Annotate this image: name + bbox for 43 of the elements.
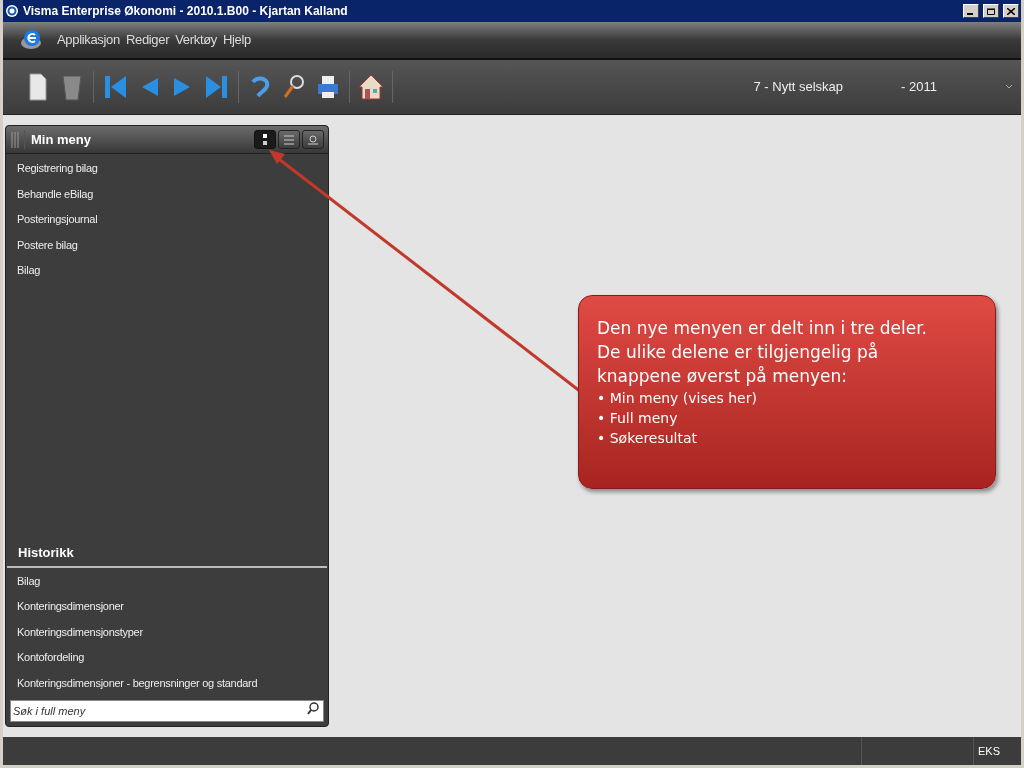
minimize-button[interactable] — [963, 4, 979, 18]
app-logo-icon[interactable] — [19, 29, 43, 51]
search-icon — [308, 134, 318, 145]
history-item[interactable]: Konteringsdimensjonstyper — [17, 619, 328, 645]
company-label: 7 - Nytt selskap — [753, 78, 844, 97]
year-label: - 2011 — [901, 78, 937, 97]
panel-title: Min meny — [24, 129, 91, 150]
history-item[interactable]: Konteringsdimensjoner - begrensninger og standard — [17, 670, 328, 696]
history-heading: Historikk — [18, 544, 74, 560]
callout-bullet: • Søkeresultat — [597, 429, 699, 448]
callout-bullet: • Min meny (vises her) — [597, 389, 758, 408]
history-item[interactable]: Kontofordeling — [17, 645, 328, 671]
menu-item[interactable]: Verktøy — [175, 30, 217, 50]
app-logo-icon — [5, 4, 19, 18]
maximize-button[interactable] — [983, 4, 999, 18]
menu-view-button[interactable] — [302, 130, 324, 149]
grip-icon[interactable] — [11, 131, 19, 148]
menu-item[interactable]: Rediger — [125, 30, 170, 50]
menu-item[interactable]: Hjelp — [223, 30, 251, 50]
window-title: Visma Enterprise Økonomi - 2010.1.B00 - Kjartan Kalland — [23, 3, 348, 20]
history-item[interactable]: Konteringsdimensjoner — [17, 594, 328, 620]
menu-list-item[interactable]: Posteringsjournal — [17, 207, 328, 233]
search-field[interactable]: Søk i full meny — [10, 700, 324, 722]
menu-list-item[interactable]: Registrering bilag — [17, 156, 328, 182]
status-mode: EKS — [973, 737, 1021, 765]
menu-list-item[interactable]: Postere bilag — [17, 232, 328, 258]
menu-item[interactable]: Applikasjon — [57, 30, 120, 50]
maximize-icon — [987, 7, 995, 15]
callout-text: knappene øverst på menyen: — [597, 365, 848, 388]
history-item[interactable]: Bilag — [17, 568, 328, 594]
callout-text: Den nye menyen er delt inn i tre deler. — [597, 317, 929, 340]
house-icon[interactable] — [358, 72, 384, 102]
menu-view-button[interactable] — [254, 130, 276, 149]
dots-icon — [263, 133, 267, 146]
close-icon — [1007, 7, 1015, 15]
menu-list-item[interactable]: Behandle eBilag — [17, 181, 328, 207]
menu-list-item[interactable]: Bilag — [17, 258, 328, 284]
callout-bullet: • Full meny — [597, 409, 679, 428]
callout-text: De ulike delene er tilgjengelig på — [597, 341, 880, 364]
list-icon — [284, 134, 294, 145]
close-button[interactable] — [1003, 4, 1019, 18]
search-icon[interactable] — [307, 702, 319, 715]
chevron-down-icon[interactable] — [1005, 84, 1013, 90]
